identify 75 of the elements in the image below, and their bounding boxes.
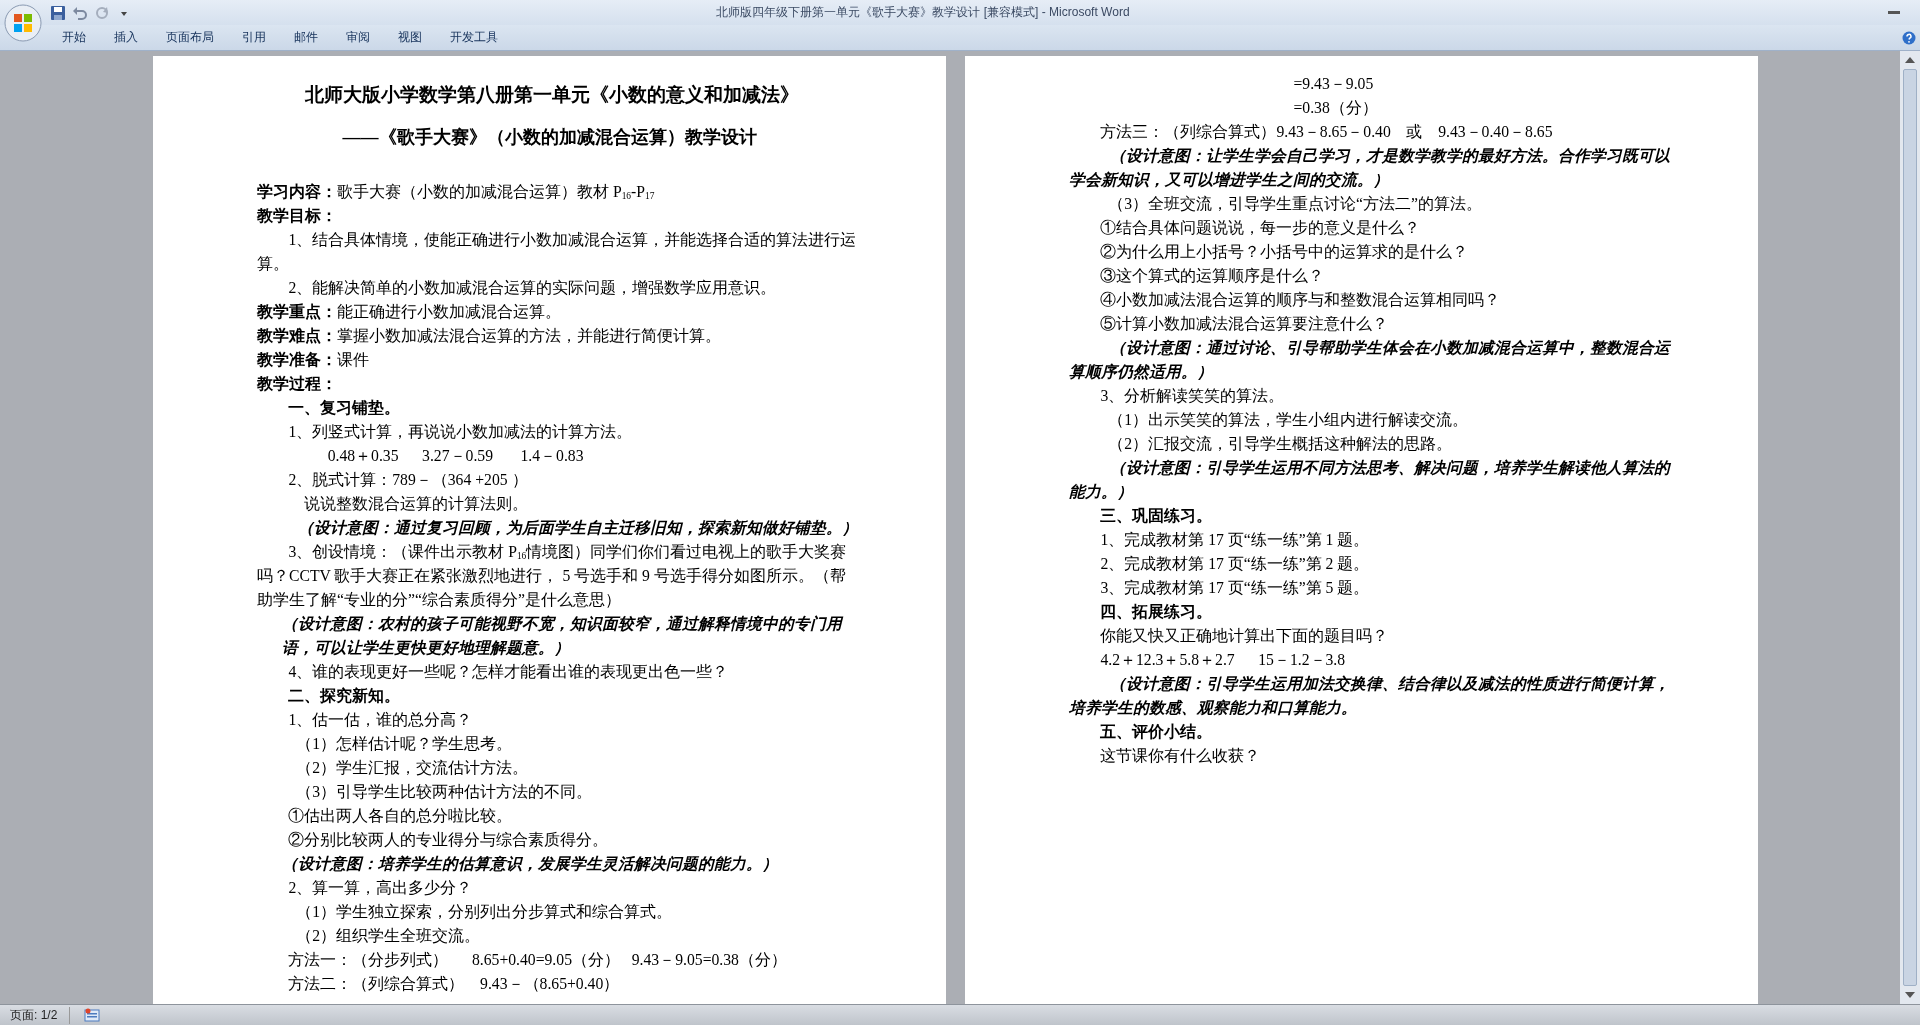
paragraph: 这节课你有什么收获？ — [1099, 746, 1262, 766]
formula-text: =9.43－9.05 — [1292, 74, 1375, 94]
paragraph: 教学重点：能正确进行小数加减混合运算。 — [257, 302, 562, 322]
paragraph: ②分别比较两人的专业得分与综合素质得分。 — [287, 830, 610, 850]
section-heading: 二、探究新知。 — [287, 686, 402, 706]
scroll-thumb[interactable] — [1903, 69, 1917, 986]
design-note: （设计意图：引导学生运用加法交换律、结合律以及减法的性质进行简便计算，培养学生的数感、观察能力和口算能力。 — [1069, 674, 1671, 718]
window-title: 北师版四年级下册第一单元《歌手大赛》教学设计 [兼容模式] - Microsoft Word — [715, 4, 1131, 21]
section-heading: 四、拓展练习。 — [1099, 602, 1214, 622]
paragraph: ③这个算式的运算顺序是什么？ — [1099, 266, 1326, 286]
paragraph: 1、结合具体情境，使能正确进行小数加减混合运算，并能选择合适的算法进行运算。 — [257, 230, 858, 274]
design-note: （设计意图：通过复习回顾，为后面学生自主迁移旧知，探索新知做好铺垫。） — [296, 518, 859, 538]
design-note: （设计意图：引导学生运用不同方法思考、解决问题，培养学生解读他人算法的能力。） — [1069, 458, 1672, 502]
section-heading: 一、复习铺垫。 — [287, 398, 402, 418]
formula-text: =0.38（分） — [1292, 98, 1379, 118]
paragraph: 你能又快又正确地计算出下面的题目吗？ — [1099, 626, 1390, 646]
document-icon[interactable] — [84, 1008, 101, 1022]
paragraph: 方法三：（列综合算式）9.43－8.65－0.40 或 9.43－0.40－8.65 — [1099, 122, 1554, 142]
document-title: 北师大版小学数学第八册第一单元《小数的意义和加减法》 — [303, 83, 800, 107]
paragraph: （3）引导学生比较两种估计方法的不同。 — [295, 782, 594, 802]
ribbon-tab[interactable]: 开发工具 — [436, 29, 512, 46]
design-note: （设计意图：农村的孩子可能视野不宽，知识面较窄，通过解释情境中的专门用语，可以让学生更快更好地理解题意。） — [281, 614, 844, 658]
ribbon-tab[interactable]: 插入 — [100, 29, 152, 46]
paragraph: 说说整数混合运算的计算法则。 — [303, 494, 530, 514]
section-heading: 五、评价小结。 — [1099, 722, 1214, 742]
paragraph: （2）汇报交流，引导学生概括这种解法的思路。 — [1107, 434, 1454, 454]
paragraph: （1）出示笑笑的算法，学生小组内进行解读交流。 — [1107, 410, 1470, 430]
heading-text: 教学过程： — [257, 374, 338, 394]
paragraph: （2）组织学生全班交流。 — [295, 926, 482, 946]
ribbon-tab[interactable]: 视图 — [384, 29, 436, 46]
paragraph: 方法一：（分步列式） 8.65+0.40=9.05（分） 9.43－9.05=0.38（分） — [287, 950, 788, 970]
ribbon-tab[interactable]: 页面布局 — [152, 29, 228, 46]
design-note: （设计意图：让学生学会自己学习，才是数学教学的最好方法。合作学习既可以学会新知识，又可以增进学生之间的交流。） — [1069, 146, 1671, 190]
scroll-up-icon[interactable] — [1905, 57, 1915, 63]
paragraph: 1、列竖式计算，再说说小数加减法的计算方法。 — [287, 422, 634, 442]
document-subtitle: ——《歌手大赛》（小数的加减混合运算）教学设计 — [341, 126, 758, 149]
ribbon-tab[interactable]: 开始 — [48, 29, 100, 46]
paragraph: （2）学生汇报，交流估计方法。 — [295, 758, 530, 778]
save-icon[interactable] — [50, 4, 66, 21]
ribbon-tab[interactable]: 邮件 — [280, 29, 332, 46]
page-count[interactable]: 页面: 1/2 — [10, 1006, 71, 1024]
paragraph: 2、完成教材第 17 页“练一练”第 2 题。 — [1099, 554, 1371, 574]
paragraph: 4、谁的表现更好一些呢？怎样才能看出谁的表现更出色一些？ — [287, 662, 730, 682]
ribbon-tab[interactable]: 审阅 — [332, 29, 384, 46]
paragraph: （1）怎样估计呢？学生思考。 — [295, 734, 514, 754]
design-note: （设计意图：培养学生的估算意识，发展学生灵活解决问题的能力。） — [281, 854, 780, 874]
paragraph: 教学难点：掌握小数加减法混合运算的方法，并能进行简便计算。 — [257, 326, 722, 346]
paragraph: 教学准备：课件 — [257, 350, 370, 370]
ribbon-tab[interactable]: 引用 — [228, 29, 280, 46]
paragraph: ④小数加减法混合运算的顺序与和整数混合运算相同吗？ — [1099, 290, 1502, 310]
paragraph: ②为什么用上小括号？小括号中的运算求的是什么？ — [1099, 242, 1470, 262]
paragraph: 2、能解决简单的小数加减混合运算的实际问题，增强数学应用意识。 — [287, 278, 778, 298]
paragraph: 方法二：（列综合算式） 9.43－（8.65+0.40） — [287, 974, 621, 994]
paragraph: ①估出两人各自的总分啦比较。 — [287, 806, 514, 826]
scroll-down-icon[interactable] — [1905, 992, 1915, 998]
paragraph: 3、分析解读笑笑的算法。 — [1099, 386, 1286, 406]
paragraph: 3、完成教材第 17 页“练一练”第 5 题。 — [1099, 578, 1371, 598]
formula-text: 0.48＋0.35 3.27－0.59 1.4－0.83 — [326, 446, 585, 466]
paragraph: 2、算一算，高出多少分？ — [287, 878, 474, 898]
design-note: （设计意图：通过讨论、引导帮助学生体会在小数加减混合运算中，整数混合运算顺序仍然适用。） — [1069, 338, 1672, 382]
paragraph: 3、创设情境：（课件出示教材 P$_{16}$情境图）同学们你们看过电视上的歌手大奖赛吗？CCTV 歌手大赛正在紧张激烈地进行， 5 号选手和 9 号选手得分如图所示。（帮助学生了解“专业的分”“综合素质得分”是什么意思） — [257, 542, 848, 610]
help-icon[interactable] — [1902, 30, 1916, 45]
paragraph: （3）全班交流，引导学生重点讨论“方法二”的算法。 — [1107, 194, 1484, 214]
minimize-icon[interactable] — [1888, 10, 1900, 15]
heading-text: 教学目标： — [257, 206, 338, 226]
paragraph: 学习内容：歌手大赛（小数的加减混合运算）教材 P$_{16}$-P$_{17}$ — [257, 182, 656, 203]
vertical-scrollbar[interactable] — [1900, 51, 1920, 1004]
paragraph: 2、脱式计算：789－（364 +205 ） — [287, 470, 529, 490]
paragraph: 1、完成教材第 17 页“练一练”第 1 题。 — [1099, 530, 1371, 550]
paragraph: ①结合具体问题说说，每一步的意义是什么？ — [1099, 218, 1422, 238]
paragraph: ⑤计算小数加减法混合运算要注意什么？ — [1099, 314, 1390, 334]
paragraph: 4.2＋12.3＋5.8＋2.7 15－1.2－3.8 — [1099, 650, 1347, 670]
paragraph: （1）学生独立探索，分别列出分步算式和综合算式。 — [295, 902, 674, 922]
paragraph: 1、估一估，谁的总分高？ — [287, 710, 474, 730]
section-heading: 三、巩固练习。 — [1099, 506, 1214, 526]
